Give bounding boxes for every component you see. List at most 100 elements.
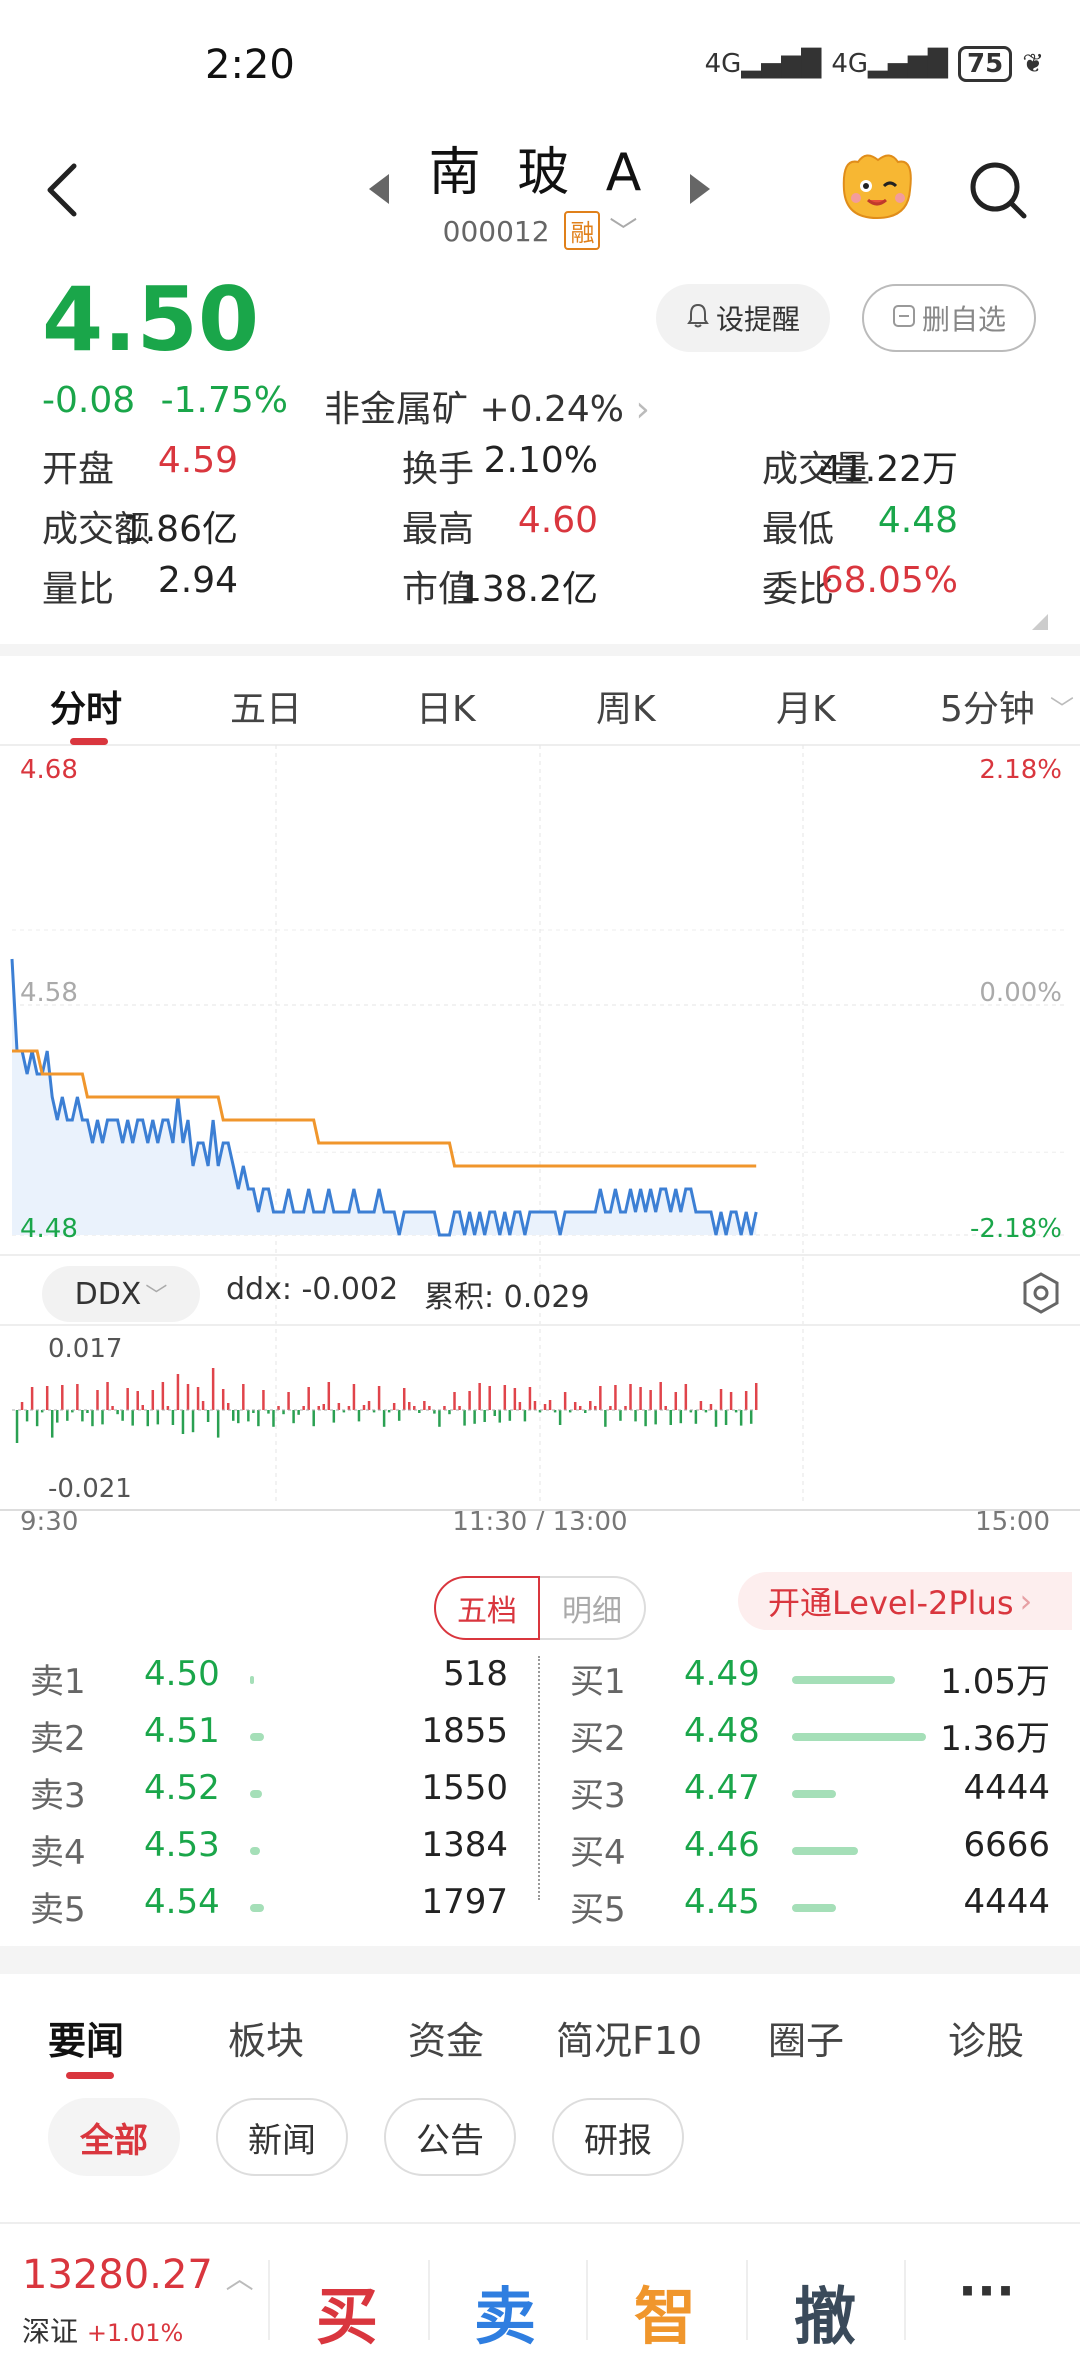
ddx-cumulative: 累积: 0.029 <box>424 1280 590 1315</box>
order-book-divider <box>538 1656 540 1900</box>
bid-label: 买2 <box>570 1719 626 1759</box>
level2-upgrade-button[interactable]: 开通Level-2Plus › <box>738 1572 1072 1630</box>
index-value: 13280.27 <box>22 2252 213 2298</box>
signal-icon: 4G▂▄▆█ <box>831 49 949 79</box>
chart-tab[interactable]: 月K <box>776 680 836 732</box>
ask-volume-bar <box>250 1733 265 1741</box>
bid-price: 4.48 <box>684 1711 760 1751</box>
stat-value: 4.59 <box>157 440 238 481</box>
news-filter-chip[interactable]: 研报 <box>552 2098 684 2176</box>
bottom-bar <box>0 2222 1080 2376</box>
bottom-separator <box>428 2260 430 2340</box>
bid-label: 买5 <box>570 1890 626 1930</box>
bottom-separator <box>904 2260 906 2340</box>
bid-price: 4.46 <box>684 1825 760 1865</box>
chart-tab[interactable]: 5分钟 <box>940 680 1035 732</box>
chevron-down-icon[interactable]: ﹀ <box>1050 689 1074 724</box>
bid-volume: 4444 <box>963 1882 1050 1922</box>
index-ticker[interactable]: 13280.27 ︿ <box>22 2252 254 2298</box>
stat-value: 2.94 <box>157 560 238 601</box>
smart-button[interactable]: 智 <box>634 2266 696 2356</box>
sector-label: 非金属矿 +0.24% <box>324 389 624 430</box>
stat-value: 138.2亿 <box>458 569 598 610</box>
sector-link[interactable]: 非金属矿 +0.24% › <box>324 380 650 432</box>
news-tab[interactable]: 板块 <box>228 2010 304 2065</box>
ddx-min-label: -0.021 <box>48 1474 132 1504</box>
bid-price: 4.45 <box>684 1882 760 1922</box>
ask-volume: 1550 <box>421 1768 508 1808</box>
stat-value: 1.86亿 <box>121 509 238 550</box>
chevron-right-icon: › <box>635 389 650 430</box>
news-filter-chip[interactable]: 全部 <box>48 2098 180 2176</box>
chevron-up-icon: ︿ <box>225 2262 254 2295</box>
bid-volume-bar <box>792 1847 858 1855</box>
news-tab[interactable]: 圈子 <box>768 2010 844 2065</box>
more-button[interactable]: ··· <box>958 2262 1015 2320</box>
chevron-right-icon: › <box>1019 1582 1033 1620</box>
ask-price: 4.50 <box>144 1654 220 1694</box>
news-filter-chip[interactable]: 新闻 <box>216 2098 348 2176</box>
prev-stock-button[interactable] <box>367 172 391 210</box>
triangle-right-icon <box>690 174 710 204</box>
ask-label: 卖2 <box>30 1719 86 1759</box>
chart-tab[interactable]: 周K <box>596 680 656 732</box>
intraday-chart[interactable]: 4.68 4.58 4.48 2.18% 0.00% -2.18% 0.017 -0.021 9… <box>0 745 1080 1530</box>
mascot-icon[interactable] <box>838 150 916 222</box>
x-tick-label: 9:30 <box>20 1507 78 1530</box>
next-stock-button[interactable] <box>688 172 712 210</box>
news-tab[interactable]: 诊股 <box>948 2010 1024 2065</box>
ask-volume: 1384 <box>421 1825 508 1865</box>
chart-tabs: 分时 五日 日K 周K 月K 5分钟 ﹀ <box>0 655 1080 745</box>
stat-value: 2.10% <box>483 440 598 481</box>
chart-tab[interactable]: 分时 <box>50 680 122 732</box>
chevron-down-icon[interactable]: ﹀ <box>609 215 637 248</box>
signal-icon: 4G▂▄▆█ <box>704 49 822 79</box>
bid-volume-bar <box>792 1676 896 1684</box>
news-tab[interactable]: 资金 <box>408 2010 484 2065</box>
ask-volume-bar <box>250 1847 261 1855</box>
news-tab-underline <box>66 2072 114 2079</box>
y-tick-label: 4.48 <box>20 1214 78 1244</box>
cancel-order-button[interactable]: 撤 <box>794 2266 856 2356</box>
stat-value: 4.60 <box>517 500 598 541</box>
bid-label: 买1 <box>570 1662 626 1702</box>
buy-button[interactable]: 买 <box>316 2266 378 2356</box>
chart-tab[interactable]: 日K <box>416 680 476 732</box>
triangle-left-icon <box>369 174 389 204</box>
settings-hex-icon[interactable] <box>1022 1272 1060 1318</box>
bottom-separator <box>746 2260 748 2340</box>
minus-box-icon <box>892 302 916 335</box>
ask-volume: 1797 <box>421 1882 508 1922</box>
ask-price: 4.52 <box>144 1768 220 1808</box>
price-change: -0.08 -1.75% <box>42 380 288 421</box>
ddx-selector[interactable]: DDX ﹀ <box>42 1266 200 1322</box>
ask-volume-bar <box>250 1676 254 1684</box>
set-alert-button[interactable]: 设提醒 <box>656 284 830 352</box>
search-icon <box>970 162 1027 219</box>
stat-value: 68.05% <box>820 560 958 601</box>
ask-label: 卖4 <box>30 1833 86 1873</box>
bid-volume: 1.05万 <box>940 1662 1050 1702</box>
search-button[interactable] <box>968 160 1028 220</box>
tab-details[interactable]: 明细 <box>540 1576 646 1640</box>
ask-volume: 1855 <box>421 1711 508 1751</box>
y-tick-label: 2.18% <box>979 755 1062 785</box>
remove-watchlist-button[interactable]: 删自选 <box>862 284 1036 352</box>
ask-label: 卖5 <box>30 1890 86 1930</box>
bid-volume: 4444 <box>963 1768 1050 1808</box>
section-separator <box>0 1946 1080 1974</box>
news-filter-chip[interactable]: 公告 <box>384 2098 516 2176</box>
news-tab[interactable]: 简况F10 <box>556 2010 702 2065</box>
margin-badge: 融 <box>564 211 601 250</box>
chart-tab[interactable]: 五日 <box>230 680 302 732</box>
ask-price: 4.51 <box>144 1711 220 1751</box>
ask-price: 4.53 <box>144 1825 220 1865</box>
stat-value: 41.22万 <box>818 449 958 490</box>
tab-five-levels[interactable]: 五档 <box>434 1576 540 1640</box>
news-tab[interactable]: 要闻 <box>48 2010 124 2065</box>
bid-label: 买3 <box>570 1776 626 1816</box>
change-value: -0.08 <box>42 380 136 421</box>
sell-button[interactable]: 卖 <box>474 2266 536 2356</box>
leaf-icon: ❦ <box>1022 49 1044 79</box>
bottom-separator <box>586 2260 588 2340</box>
